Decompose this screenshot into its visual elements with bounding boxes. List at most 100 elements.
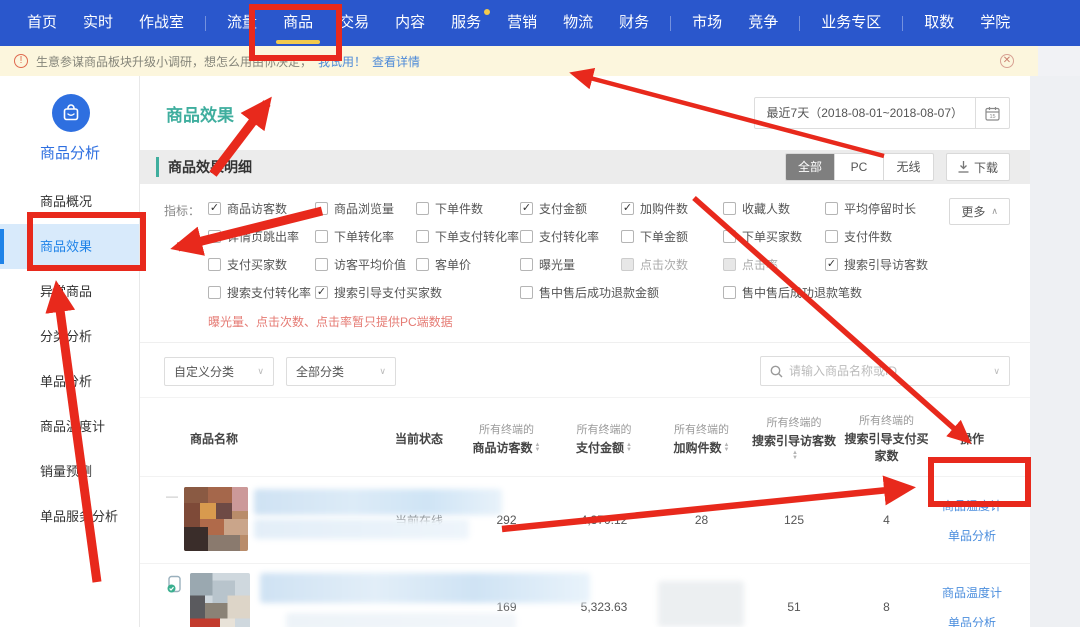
checkbox-favorites[interactable] xyxy=(723,202,736,215)
sort-icon[interactable]: ▲▼ xyxy=(535,443,541,453)
nav-item-competition[interactable]: 竞争 xyxy=(735,0,791,46)
product-thermometer-link[interactable]: 商品温度计 xyxy=(942,584,1002,601)
checkbox-pay-items[interactable] xyxy=(825,230,838,243)
mobile-verified-icon xyxy=(166,575,184,593)
notice-detail-link[interactable]: 查看详情 xyxy=(372,53,420,70)
checkbox-search-guided-pay-buyers[interactable] xyxy=(315,286,328,299)
nav-item-market[interactable]: 市场 xyxy=(679,0,735,46)
nav-item-products[interactable]: 商品 xyxy=(270,0,326,46)
nav-item-logistics[interactable]: 物流 xyxy=(550,0,606,46)
checkbox-clicks[interactable] xyxy=(621,258,634,271)
tab-pc[interactable]: PC xyxy=(835,154,884,180)
checkbox-order-pay-conversion[interactable] xyxy=(416,230,429,243)
checkbox-order-amount[interactable] xyxy=(621,230,634,243)
checkbox-cart-items[interactable] xyxy=(621,202,634,215)
single-product-analysis-link[interactable]: 单品分析 xyxy=(948,614,996,627)
metric-label: 点击率 xyxy=(742,256,778,273)
checkbox-visitor-avg-value[interactable] xyxy=(315,258,328,271)
download-icon xyxy=(958,161,969,173)
checkbox-search-pay-conversion[interactable] xyxy=(208,286,221,299)
nav-item-academy[interactable]: 学院 xyxy=(967,0,1023,46)
checkbox-product-visitors[interactable] xyxy=(208,202,221,215)
nav-item-warroom[interactable]: 作战室 xyxy=(126,0,197,46)
notice-try-link[interactable]: 我试用！ xyxy=(318,53,366,70)
metric-label: 售中售后成功退款笔数 xyxy=(742,284,862,301)
main-content: 商品效果 最近7天（2018-08-01~2018-08-07） 15 商品效果… xyxy=(140,76,1030,627)
sidebar-item-single-product-service[interactable]: 单品服务分析 xyxy=(0,494,139,539)
chevron-down-icon: ∨ xyxy=(993,366,1000,377)
sidebar-item-category-analysis[interactable]: 分类分析 xyxy=(0,314,139,359)
metrics-label: 指标： xyxy=(164,200,208,301)
nav-item-finance[interactable]: 财务 xyxy=(606,0,662,46)
metric-label: 支付转化率 xyxy=(539,228,599,245)
nav-item-data-fetch[interactable]: 取数 xyxy=(911,0,967,46)
checkbox-product-pageviews[interactable] xyxy=(315,202,328,215)
nav-item-realtime[interactable]: 实时 xyxy=(70,0,126,46)
nav-separator xyxy=(799,16,800,31)
col-sub-label: 所有终端的 xyxy=(459,421,554,437)
sidebar-item-product-overview[interactable]: 商品概况 xyxy=(0,179,139,224)
checkbox-pay-buyers[interactable] xyxy=(208,258,221,271)
nav-item-content[interactable]: 内容 xyxy=(382,0,438,46)
checkbox-order-buyers[interactable] xyxy=(723,230,736,243)
sidebar-item-product-effect[interactable]: 商品效果 xyxy=(0,224,139,269)
nav-item-service-label: 服务 xyxy=(451,14,481,31)
nav-item-home[interactable]: 首页 xyxy=(14,0,70,46)
more-button[interactable]: 更多∧ xyxy=(949,198,1010,225)
checkbox-order-conversion[interactable] xyxy=(315,230,328,243)
all-category-select[interactable]: 全部分类∨ xyxy=(286,357,396,386)
metric-label: 曝光量 xyxy=(539,256,575,273)
checkbox-pay-conversion[interactable] xyxy=(520,230,533,243)
single-product-analysis-link[interactable]: 单品分析 xyxy=(948,527,996,544)
nav-item-trade[interactable]: 交易 xyxy=(326,0,382,46)
col-actions: 操作 xyxy=(960,432,984,446)
checkbox-refund-count[interactable] xyxy=(723,286,736,299)
calendar-icon[interactable]: 15 xyxy=(975,98,1009,128)
nav-item-traffic[interactable]: 流量 xyxy=(214,0,270,46)
notice-text: 生意参谋商品板块升级小调研，想怎么用由你决定， xyxy=(36,53,312,70)
search-input[interactable] xyxy=(789,364,987,378)
checkbox-pay-amount[interactable] xyxy=(520,202,533,215)
checkbox-detail-bounce-rate[interactable] xyxy=(208,230,221,243)
metric-label: 加购件数 xyxy=(640,200,688,217)
sidebar-item-product-thermometer[interactable]: 商品温度计 xyxy=(0,404,139,449)
checkbox-refund-amount[interactable] xyxy=(520,286,533,299)
checkbox-search-guided-visitors[interactable] xyxy=(825,258,838,271)
sort-icon[interactable]: ▲▼ xyxy=(792,451,798,461)
tab-wireless[interactable]: 无线 xyxy=(884,154,933,180)
sort-icon[interactable]: ▲▼ xyxy=(724,443,730,453)
checkbox-ctr[interactable] xyxy=(723,258,736,271)
metrics-note: 曝光量、点击次数、点击率暂只提供PC端数据 xyxy=(208,313,1010,330)
product-search-box[interactable]: ∨ xyxy=(760,356,1010,386)
checkbox-impressions[interactable] xyxy=(520,258,533,271)
metric-label: 下单支付转化率 xyxy=(435,228,519,245)
close-icon[interactable]: ✕ xyxy=(1000,54,1014,68)
checkbox-avg-order-value[interactable] xyxy=(416,258,429,271)
row-search-pay-buyers: 8 xyxy=(839,600,934,614)
nav-item-business-zone[interactable]: 业务专区 xyxy=(808,0,894,46)
checkbox-order-items[interactable] xyxy=(416,202,429,215)
sidebar-item-abnormal-products[interactable]: 异常商品 xyxy=(0,269,139,314)
nav-item-marketing[interactable]: 营销 xyxy=(494,0,550,46)
custom-category-select[interactable]: 自定义分类∨ xyxy=(164,357,274,386)
warning-icon: ! xyxy=(14,54,28,68)
col-sub-label: 所有终端的 xyxy=(554,421,654,437)
top-nav: 首页 实时 作战室 流量 商品 交易 内容 服务 营销 物流 财务 市场 竞争 … xyxy=(0,0,1080,46)
col-sub-label: 所有终端的 xyxy=(839,412,934,428)
sidebar-item-sales-forecast[interactable]: 销量预测 xyxy=(0,449,139,494)
nav-item-service[interactable]: 服务 xyxy=(438,0,494,46)
download-button[interactable]: 下载 xyxy=(946,153,1010,181)
product-thermometer-link[interactable]: 商品温度计 xyxy=(942,497,1002,514)
product-image-blurred xyxy=(184,487,248,551)
date-range-picker[interactable]: 最近7天（2018-08-01~2018-08-07） 15 xyxy=(754,97,1010,129)
tab-all[interactable]: 全部 xyxy=(786,154,835,180)
metric-label: 平均停留时长 xyxy=(844,200,916,217)
row-search-pay-buyers: 4 xyxy=(839,513,934,527)
metric-label: 搜索引导支付买家数 xyxy=(334,284,442,301)
metric-label: 支付金额 xyxy=(539,200,587,217)
checkbox-avg-stay-time[interactable] xyxy=(825,202,838,215)
row-visitors: 292 xyxy=(459,513,554,527)
col-search-pay-buyers: 搜索引导支付买家数 xyxy=(844,432,928,463)
sidebar-item-single-product-analysis[interactable]: 单品分析 xyxy=(0,359,139,404)
sort-icon[interactable]: ▲▼ xyxy=(626,443,632,453)
